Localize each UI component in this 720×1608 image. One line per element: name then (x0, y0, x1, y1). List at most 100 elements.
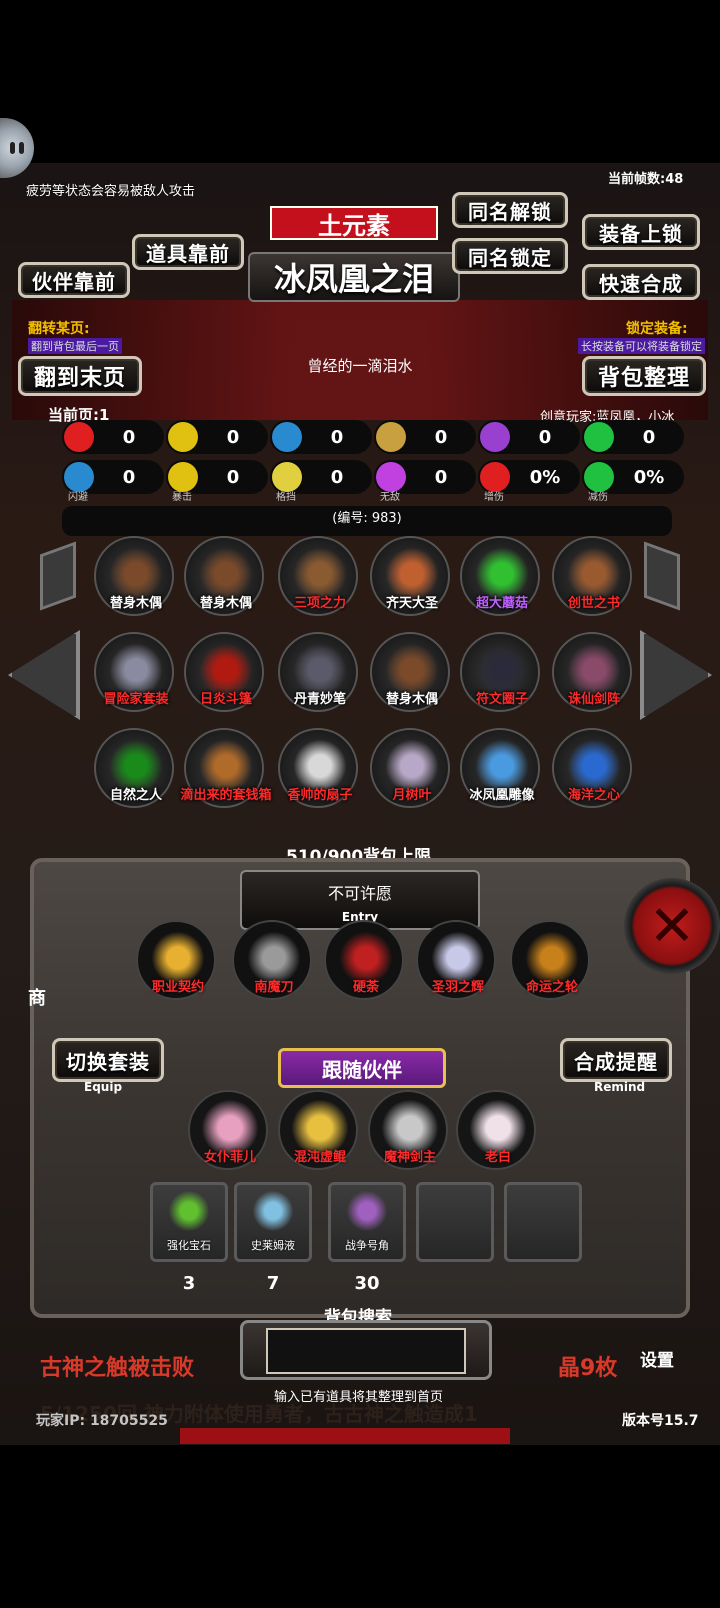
stat-caption: 暴击 (172, 492, 192, 503)
follow-partner-title: 跟随伙伴 (278, 1048, 446, 1088)
stat-dodge: 0 闪避 (62, 460, 164, 503)
inventory-slot[interactable]: 创世之书 (552, 536, 632, 616)
consumable-count: 3 (182, 1273, 196, 1294)
partner-slot[interactable]: 女仆菲儿 (188, 1090, 268, 1170)
heart-icon (64, 422, 94, 452)
flip-page-hint: 翻到背包最后一页 (28, 338, 122, 354)
stat-value: 0 (538, 426, 552, 448)
equipped-slot[interactable]: 命运之轮 (510, 920, 590, 1000)
item-name: 海洋之心 (567, 788, 620, 803)
bag-search-input[interactable] (266, 1328, 466, 1374)
inventory-slot[interactable]: 诛仙剑阵 (552, 632, 632, 712)
consumable-icon (169, 1191, 209, 1231)
empty-consumable-slot[interactable] (504, 1182, 582, 1262)
equip-lock-button[interactable]: 装备上锁 (582, 214, 700, 250)
equipment-name: 职业契约 (151, 980, 204, 995)
quick-merge-button[interactable]: 快速合成 (582, 264, 700, 300)
empty-consumable-slot[interactable] (416, 1182, 494, 1262)
lock-equip-label: 锁定装备: (626, 321, 688, 337)
partner-name: 老白 (484, 1150, 511, 1165)
equipped-slot[interactable]: 硬荼 (324, 920, 404, 1000)
sword-icon (376, 422, 406, 452)
to-last-page-button[interactable]: 翻到末页 (18, 356, 142, 396)
stat-value: 0% (529, 466, 561, 488)
stat-block: 0 格挡 (270, 460, 372, 503)
consumable-slot[interactable]: 强化宝石 3 (150, 1182, 228, 1294)
item-name: 创世之书 (567, 596, 620, 611)
settings-button[interactable]: 设置 (640, 1346, 674, 1371)
status-hint: 疲劳等状态会容易被敌人攻击 (26, 184, 196, 199)
inventory-slot[interactable]: 丹青妙笔 (278, 632, 358, 712)
stat-value: 0 (226, 426, 240, 448)
search-hint: 输入已有道具将其整理到首页 (274, 1390, 444, 1405)
stat-lightning: 0 (478, 420, 580, 454)
helmet-icon (272, 422, 302, 452)
close-button[interactable]: ✕ (624, 878, 720, 974)
shop-label[interactable]: 商 (28, 984, 46, 1010)
inventory-slot[interactable]: 齐天大圣 (370, 536, 450, 616)
same-name-lock-button[interactable]: 同名锁定 (452, 238, 568, 274)
consumable-slot[interactable]: 战争号角 30 (328, 1182, 406, 1294)
same-name-unlock-button[interactable]: 同名解锁 (452, 192, 568, 228)
stat-damage-up: 0% 增伤 (478, 460, 580, 503)
stat-sword: 0 (374, 420, 476, 454)
equip-sublabel: Equip (84, 1080, 123, 1094)
player-ip: 玩家IP: 18705525 (36, 1413, 168, 1429)
partner-slot[interactable]: 魔神剑主 (368, 1090, 448, 1170)
stat-value: 0 (122, 426, 136, 448)
inventory-slot[interactable]: 替身木偶 (94, 536, 174, 616)
stat-helmet: 0 (270, 420, 372, 454)
stat-value: 0% (633, 466, 665, 488)
hp-bar (180, 1428, 510, 1444)
switch-outfit-button[interactable]: 切换套装 (52, 1038, 164, 1082)
version-label: 版本号15.7 (622, 1413, 699, 1429)
inventory-slot[interactable]: 滴出来的套钱箱 (180, 728, 272, 808)
stat-strength: 0 (166, 420, 268, 454)
inventory-slot[interactable]: 三项之力 (278, 536, 358, 616)
equipped-slot[interactable]: 圣羽之辉 (416, 920, 496, 1000)
inventory-slot[interactable]: 香帅的扇子 (278, 728, 358, 808)
item-description: 曾经的一滴泪水 (307, 357, 413, 375)
merge-remind-button[interactable]: 合成提醒 (560, 1038, 672, 1082)
stat-caption: 增伤 (484, 492, 504, 503)
clover-icon (584, 422, 614, 452)
bag-sort-button[interactable]: 背包整理 (582, 356, 706, 396)
stat-heart: 0 (62, 420, 164, 454)
element-banner: 土元素 (270, 206, 438, 240)
item-name: 诛仙剑阵 (567, 692, 620, 707)
partner-front-button[interactable]: 伙伴靠前 (18, 262, 130, 298)
inventory-slot[interactable]: 替身木偶 (184, 536, 264, 616)
consumable-icon (347, 1191, 387, 1231)
equipped-slot[interactable]: 南魔刀 (232, 920, 312, 1000)
lock-equip-hint: 长按装备可以将装备锁定 (578, 338, 705, 354)
item-front-button[interactable]: 道具靠前 (132, 234, 244, 270)
equipment-name: 命运之轮 (525, 980, 578, 995)
item-title: 冰凤凰之泪 (248, 252, 460, 302)
partner-slot[interactable]: 老白 (456, 1090, 536, 1170)
partner-slot[interactable]: 混沌虚鲲 (278, 1090, 358, 1170)
inventory-slot[interactable]: 月树叶 (370, 728, 450, 808)
equipment-name: 南魔刀 (254, 980, 294, 995)
battle-ticker-left: 古神之触被击败 (40, 1356, 195, 1381)
consumable-name: 强化宝石 (167, 1239, 211, 1252)
inventory-slot[interactable]: 替身木偶 (370, 632, 450, 712)
lightning-icon (480, 422, 510, 452)
inventory-slot[interactable]: 符文圈子 (460, 632, 540, 712)
equipment-name: 圣羽之辉 (431, 980, 484, 995)
inventory-slot[interactable]: 自然之人 (94, 728, 174, 808)
equipped-slot[interactable]: 职业契约 (136, 920, 216, 1000)
inventory-slot[interactable]: 海洋之心 (552, 728, 632, 808)
inventory-slot[interactable]: 冒险家套装 (94, 632, 174, 712)
inventory-slot[interactable]: 超大蘑菇 (460, 536, 540, 616)
stat-value: 0 (434, 426, 448, 448)
stat-value: 0 (122, 466, 136, 488)
consumable-slot[interactable]: 史莱姆液 7 (234, 1182, 312, 1294)
strength-icon (168, 422, 198, 452)
inventory-slot[interactable]: 冰凤凰雕像 (460, 728, 540, 808)
stat-caption: 无敌 (380, 492, 400, 503)
stat-value: 0 (642, 426, 656, 448)
stat-value: 0 (434, 466, 448, 488)
serial-number: (编号: 983) (62, 506, 672, 536)
inventory-slot[interactable]: 日炎斗篷 (184, 632, 264, 712)
remind-sublabel: Remind (594, 1080, 646, 1094)
